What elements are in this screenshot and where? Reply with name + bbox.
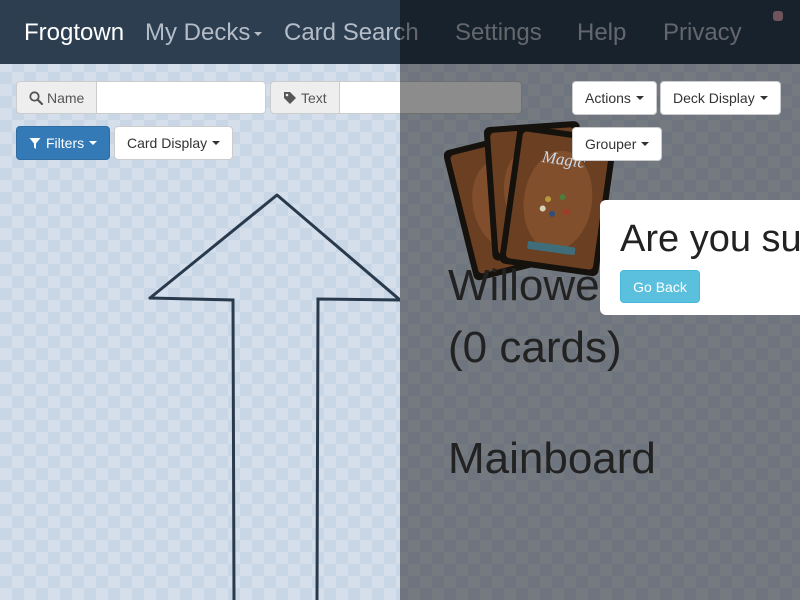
mainboard-heading: Mainboard — [448, 434, 656, 483]
caret-down-icon — [641, 142, 650, 146]
grouper-button[interactable]: Grouper — [572, 127, 663, 161]
deck-display-button[interactable]: Deck Display — [660, 81, 781, 115]
grouper-label: Grouper — [585, 136, 637, 152]
deck-name: Willowe — [448, 261, 600, 310]
caret-down-icon — [759, 96, 768, 100]
actions-button[interactable]: Actions — [572, 81, 657, 115]
caret-down-icon — [635, 96, 644, 100]
deck-card-count: (0 cards) — [448, 323, 622, 372]
confirm-dialog: Are you sur Go Back — [600, 200, 800, 315]
deck-display-label: Deck Display — [673, 90, 755, 106]
go-back-button[interactable]: Go Back — [620, 270, 700, 303]
deck-title: Willowe (0 cards) — [448, 255, 622, 379]
actions-label: Actions — [585, 90, 631, 106]
confirm-message: Are you sur — [620, 218, 800, 260]
up-arrow-drawing — [148, 193, 400, 600]
